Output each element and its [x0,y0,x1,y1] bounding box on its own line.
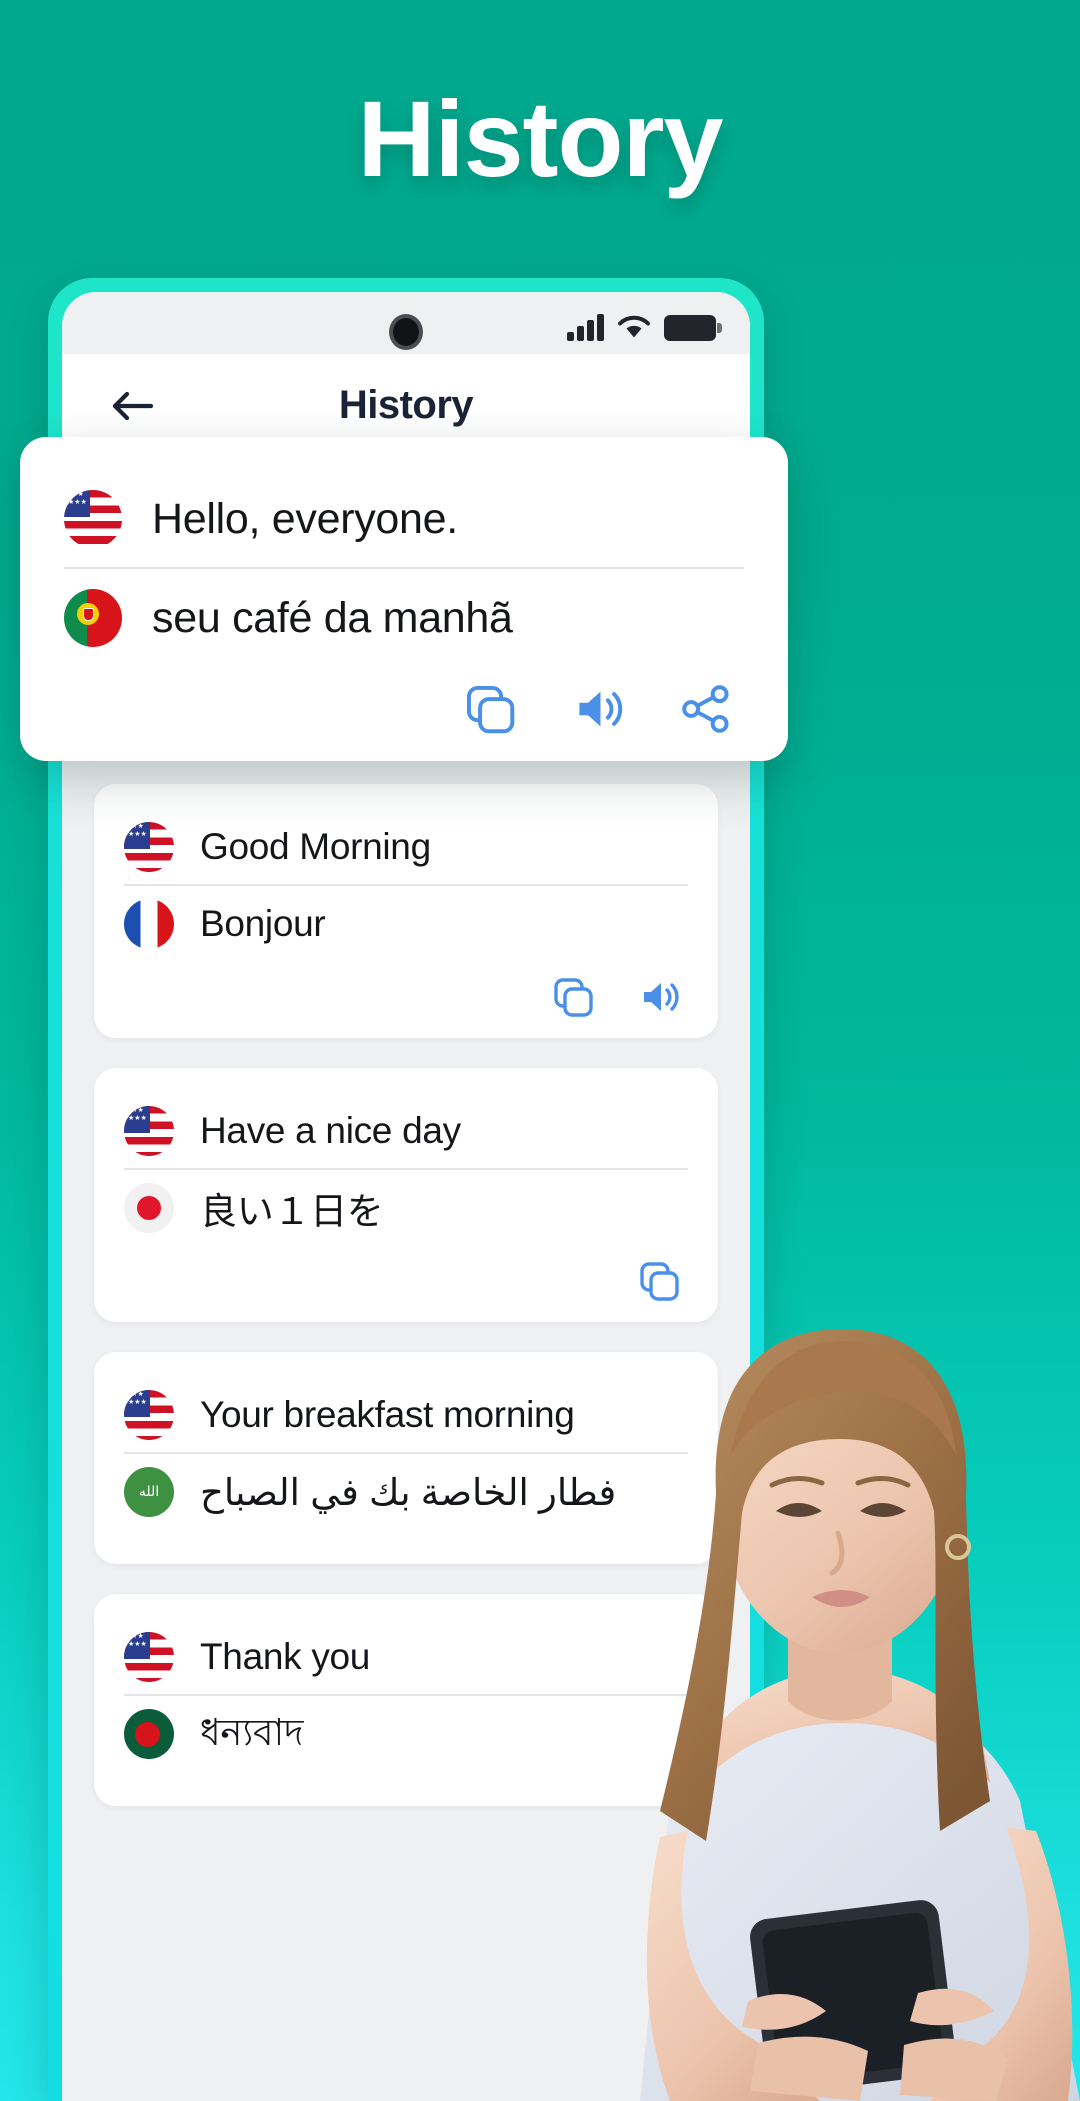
item-actions [124,962,688,1018]
target-text: Bonjour [200,903,326,944]
target-text: 良い１日を [200,1191,384,1232]
source-row: Hello, everyone. [64,471,744,569]
flag-us-icon [124,1106,174,1156]
source-text: Hello, everyone. [152,494,458,543]
copy-icon[interactable] [552,976,594,1018]
flag-bd-icon [124,1709,174,1759]
source-text: Good Morning [200,826,431,867]
card-actions [64,667,744,735]
page-title: History [338,383,474,427]
copy-icon[interactable] [464,683,516,735]
source-row: Good Morning [124,810,688,886]
hero-title: History [357,78,723,199]
target-text: ধন্যবাদ [200,1711,304,1753]
flag-fr-icon [124,899,174,949]
speaker-icon[interactable] [572,683,624,735]
flag-us-icon [124,822,174,872]
signal-bars-icon [567,313,604,341]
model-photo [520,1041,1080,2101]
source-text: Thank you [200,1636,371,1677]
target-row: seu café da manhã [64,569,744,667]
flag-us-icon [124,1632,174,1682]
source-text: Your breakfast morning [200,1394,575,1435]
promo-screen: History History ★★★ ★★★ Good Morning Bon… [0,0,1080,2101]
flag-jp-icon [124,1183,174,1233]
highlighted-history-card[interactable]: Hello, everyone. seu café da manhã [20,437,788,761]
share-icon[interactable] [680,683,732,735]
battery-icon [664,314,722,341]
front-camera-icon [393,318,419,346]
wifi-icon [618,315,650,341]
flag-pt-icon [64,589,122,647]
flag-us-icon [124,1390,174,1440]
flag-sa-icon: الله [124,1467,174,1517]
source-text: Have a nice day [200,1110,461,1151]
history-item[interactable]: Good Morning Bonjour [94,784,718,1038]
flag-us-icon [64,490,122,548]
status-icons [567,313,722,341]
status-bar [62,292,750,354]
speaker-icon[interactable] [638,976,680,1018]
back-arrow-icon[interactable] [106,379,160,433]
target-text: seu café da manhã [152,593,513,642]
target-row: Bonjour [124,886,688,962]
